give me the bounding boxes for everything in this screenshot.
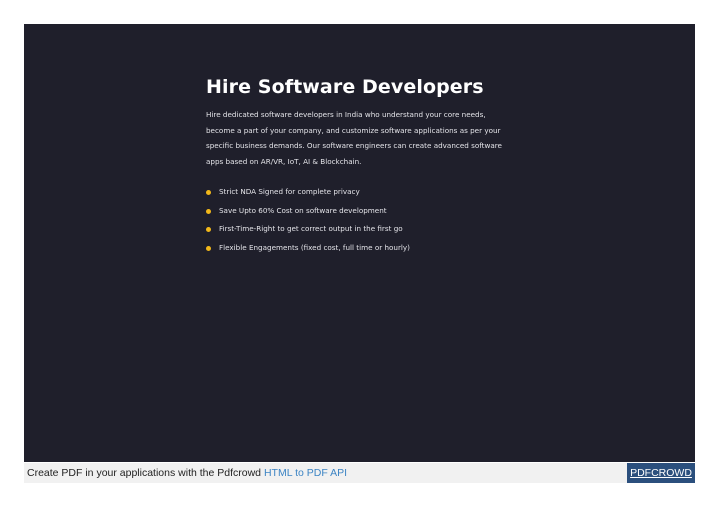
feature-item: Save Upto 60% Cost on software developme… [206,202,526,221]
feature-text: Flexible Engagements (fixed cost, full t… [219,242,410,252]
html-to-pdf-api-link[interactable]: HTML to PDF API [264,467,347,479]
pdfcrowd-brand-button[interactable]: PDFCROWD [627,463,695,483]
feature-text: Save Upto 60% Cost on software developme… [219,205,387,215]
bullet-dot-icon [206,245,211,251]
hero-section: Hire Software Developers Hire dedicated … [24,24,695,462]
page: Hire Software Developers Hire dedicated … [0,0,720,509]
footer-text-line: Create PDF in your applications with the… [27,467,347,480]
feature-text: Strict NDA Signed for complete privacy [219,187,360,196]
footer-text: Create PDF in your applications with the… [27,467,264,479]
feature-list: Strict NDA Signed for complete privacy S… [206,183,526,257]
feature-item: Strict NDA Signed for complete privacy [206,183,526,202]
hero-content: Hire Software Developers Hire dedicated … [206,74,526,257]
feature-item: First-Time-Right to get correct output i… [206,220,526,239]
bullet-dot-icon [206,190,211,195]
pdfcrowd-footer: Create PDF in your applications with the… [24,463,695,483]
feature-item: Flexible Engagements (fixed cost, full t… [206,239,526,258]
feature-text: First-Time-Right to get correct output i… [219,224,403,234]
hero-title: Hire Software Developers [206,76,484,98]
bullet-dot-icon [206,227,211,233]
bullet-dot-icon [206,208,211,214]
hero-description: Hire dedicated software developers in In… [206,110,502,166]
